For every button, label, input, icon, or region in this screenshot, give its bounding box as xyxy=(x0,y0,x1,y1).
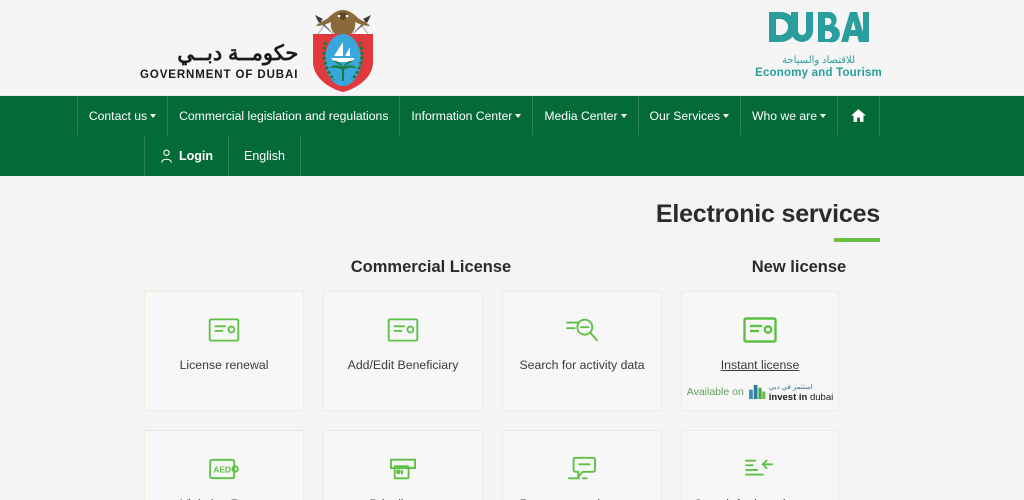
nav-item-label: Information Center xyxy=(411,108,513,123)
nav-item-label: Commercial legislation and regulations xyxy=(179,108,389,123)
service-card-print-license[interactable]: Print license xyxy=(323,430,483,500)
service-card-reserve-trade-name[interactable]: Reserve a trade name, license branch xyxy=(502,430,662,500)
chevron-down-icon xyxy=(620,113,627,118)
invest-in-dubai-rest: dubai xyxy=(809,391,834,403)
svg-text:AED: AED xyxy=(213,465,231,475)
invest-in-dubai-arabic: استثمر في دبي xyxy=(768,384,813,391)
language-label: English xyxy=(244,148,286,163)
title-accent-rule xyxy=(834,238,880,242)
gov-logo-arabic: حكومــة دبــي xyxy=(177,42,299,66)
brand-search-icon xyxy=(744,452,776,486)
government-of-dubai-logo[interactable]: حكومــة دبــي GOVERNMENT OF DUBAI xyxy=(140,6,382,94)
det-logo-english: Economy and Tourism xyxy=(755,67,882,79)
chevron-down-icon xyxy=(150,113,157,118)
invest-in-dubai-bold: invest in xyxy=(768,391,808,403)
nav-item-label: Our Services xyxy=(649,108,720,123)
page-title: Electronic services xyxy=(655,200,880,228)
site-header: حكومــة دبــي GOVERNMENT OF DUBAI للاقتص… xyxy=(0,0,1024,96)
nav-item-label: Who we are xyxy=(751,108,817,123)
section-headings: Commercial License New license xyxy=(144,258,880,277)
nav-item-who-we-are[interactable]: Who we are xyxy=(739,96,837,135)
user-icon xyxy=(161,149,172,163)
home-icon xyxy=(851,109,866,122)
aed-wallet-icon: AED xyxy=(208,452,240,486)
nav-item-label: Contact us xyxy=(88,108,148,123)
chevron-down-icon xyxy=(820,113,826,118)
service-card-instant-license[interactable]: Instant license Available on استثمر في د… xyxy=(681,291,839,411)
license-card-icon xyxy=(743,313,777,347)
service-card-label[interactable]: Instant license xyxy=(715,357,806,375)
main-navigation: Contact us Commercial legislation and re… xyxy=(0,96,1024,176)
service-card-license-renewal[interactable]: License renewal xyxy=(144,291,304,411)
dubai-wordmark-icon xyxy=(768,12,869,43)
available-on-text: Available on xyxy=(686,385,744,398)
login-label: Login xyxy=(179,148,214,163)
nav-item-commercial-legislation[interactable]: Commercial legislation and regulations xyxy=(167,96,399,135)
service-card-violation-report[interactable]: AED Violation Report xyxy=(144,430,304,500)
available-on-badge: Available on استثمر في دبي invest in dub… xyxy=(682,381,838,402)
nav-item-home[interactable] xyxy=(837,96,880,135)
search-activity-icon xyxy=(565,313,599,347)
section-heading-new-license: New license xyxy=(751,258,847,276)
login-button[interactable]: Login xyxy=(144,135,228,176)
license-card-icon xyxy=(387,313,419,347)
service-card-label: Violation Report xyxy=(174,496,273,500)
service-card-label: Search for activity data xyxy=(519,358,645,372)
dubai-economy-tourism-logo[interactable]: للاقتصاد والسياحة Economy and Tourism xyxy=(755,8,882,79)
nav-item-our-services[interactable]: Our Services xyxy=(637,96,740,135)
section-heading-commercial-license: Commercial License xyxy=(350,258,512,276)
service-card-label: Print license xyxy=(364,496,443,500)
gov-logo-text: حكومــة دبــي GOVERNMENT OF DUBAI xyxy=(140,19,298,80)
services-grid: License renewal Add/Edit Beneficiary Sea… xyxy=(144,291,880,500)
service-card-label: Reserve a trade name, license branch xyxy=(503,496,661,500)
service-card-label: Add/Edit Beneficiary xyxy=(347,358,459,372)
chevron-down-icon xyxy=(722,113,729,118)
service-card-search-activity-data[interactable]: Search for activity data xyxy=(502,291,662,411)
nav-item-label: Media Center xyxy=(544,108,618,123)
nav-primary-row: Contact us Commercial legislation and re… xyxy=(0,96,1024,135)
dubai-government-emblem-icon xyxy=(313,10,374,92)
invest-in-dubai-text: استثمر في دبي invest in dubai xyxy=(769,381,833,402)
service-card-label: Search for brand names xyxy=(688,496,832,500)
language-switch-english[interactable]: English xyxy=(228,135,302,176)
nav-secondary-row: Login English xyxy=(0,135,1024,176)
printer-icon xyxy=(387,452,419,486)
nav-item-contact-us[interactable]: Contact us xyxy=(76,96,167,135)
service-card-add-edit-beneficiary[interactable]: Add/Edit Beneficiary xyxy=(323,291,483,411)
gov-logo-english: GOVERNMENT OF DUBAI xyxy=(140,68,299,81)
nav-item-information-center[interactable]: Information Center xyxy=(399,96,532,135)
trade-name-icon xyxy=(566,452,598,486)
main-content: Electronic services Commercial License N… xyxy=(0,176,1024,500)
det-logo-arabic: للاقتصاد والسياحة xyxy=(782,55,856,66)
invest-in-dubai-logo[interactable]: استثمر في دبي invest in dubai xyxy=(748,381,833,402)
service-card-search-brand-names[interactable]: Search for brand names xyxy=(681,430,839,500)
service-card-label: License renewal xyxy=(179,358,269,372)
nav-item-media-center[interactable]: Media Center xyxy=(532,96,637,135)
chevron-down-icon xyxy=(515,113,522,118)
license-card-icon xyxy=(208,313,240,347)
invest-in-dubai-buildings-icon xyxy=(748,384,766,399)
